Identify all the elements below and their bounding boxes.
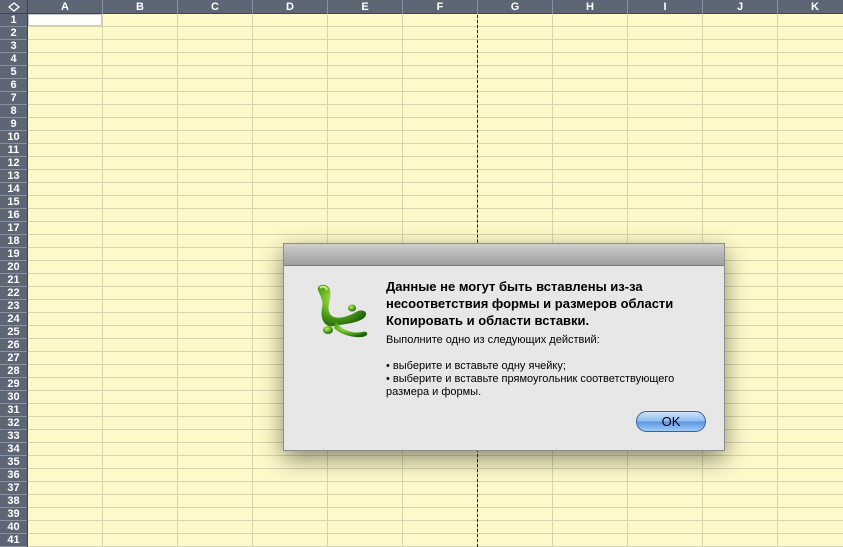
- row-header-27[interactable]: 27: [0, 352, 27, 365]
- column-header-k[interactable]: K: [778, 0, 843, 14]
- row-header-32[interactable]: 32: [0, 417, 27, 430]
- column-header-e[interactable]: E: [328, 0, 403, 14]
- row-header-10[interactable]: 10: [0, 131, 27, 144]
- row-header-19[interactable]: 19: [0, 248, 27, 261]
- column-header-f[interactable]: F: [403, 0, 478, 14]
- dialog-titlebar[interactable]: [284, 244, 724, 266]
- row-header-26[interactable]: 26: [0, 339, 27, 352]
- row-header-2[interactable]: 2: [0, 27, 27, 40]
- row-header-38[interactable]: 38: [0, 495, 27, 508]
- row-header-7[interactable]: 7: [0, 92, 27, 105]
- row-header-28[interactable]: 28: [0, 365, 27, 378]
- dialog-bullet-1: • выберите и вставьте одну ячейку;: [386, 360, 566, 372]
- row-header-31[interactable]: 31: [0, 404, 27, 417]
- column-headers: ABCDEFGHIJK: [28, 0, 843, 14]
- row-header-5[interactable]: 5: [0, 66, 27, 79]
- row-header-29[interactable]: 29: [0, 378, 27, 391]
- row-header-23[interactable]: 23: [0, 300, 27, 313]
- excel-app-icon: [317, 284, 368, 338]
- row-header-37[interactable]: 37: [0, 482, 27, 495]
- row-header-36[interactable]: 36: [0, 469, 27, 482]
- row-header-14[interactable]: 14: [0, 183, 27, 196]
- row-header-8[interactable]: 8: [0, 105, 27, 118]
- column-header-g[interactable]: G: [478, 0, 553, 14]
- row-header-30[interactable]: 30: [0, 391, 27, 404]
- row-header-15[interactable]: 15: [0, 196, 27, 209]
- row-header-1[interactable]: 1: [0, 14, 27, 27]
- column-header-a[interactable]: A: [28, 0, 103, 14]
- row-header-22[interactable]: 22: [0, 287, 27, 300]
- row-header-24[interactable]: 24: [0, 313, 27, 326]
- dialog-instruction: Выполните одно из следующих действий:: [386, 334, 600, 346]
- row-header-35[interactable]: 35: [0, 456, 27, 469]
- row-header-18[interactable]: 18: [0, 235, 27, 248]
- column-header-b[interactable]: B: [103, 0, 178, 14]
- dialog-title: Данные не могут быть вставлены из-за нес…: [386, 279, 674, 328]
- column-header-d[interactable]: D: [253, 0, 328, 14]
- row-header-13[interactable]: 13: [0, 170, 27, 183]
- row-header-4[interactable]: 4: [0, 53, 27, 66]
- active-cell-a1[interactable]: [28, 14, 102, 26]
- row-header-39[interactable]: 39: [0, 508, 27, 521]
- dialog-body: Выполните одно из следующих действий: • …: [386, 334, 706, 399]
- row-headers: 1 2 3 4 5 6 7 8 9 10 11 12 13 14 15 16 17 18 19 20 21 22 23 24 2…: [0, 14, 28, 547]
- column-header-i[interactable]: I: [628, 0, 703, 14]
- select-all-diamond-icon: [8, 2, 20, 12]
- select-all-corner[interactable]: [0, 0, 28, 14]
- ok-button[interactable]: OK: [636, 411, 706, 432]
- column-header-j[interactable]: J: [703, 0, 778, 14]
- row-header-3[interactable]: 3: [0, 40, 27, 53]
- dialog-bullet-2: • выберите и вставьте прямоугольник соот…: [386, 373, 675, 398]
- row-header-17[interactable]: 17: [0, 222, 27, 235]
- row-header-6[interactable]: 6: [0, 79, 27, 92]
- row-header-11[interactable]: 11: [0, 144, 27, 157]
- row-header-40[interactable]: 40: [0, 521, 27, 534]
- row-header-25[interactable]: 25: [0, 326, 27, 339]
- row-header-12[interactable]: 12: [0, 157, 27, 170]
- column-header-h[interactable]: H: [553, 0, 628, 14]
- row-header-16[interactable]: 16: [0, 209, 27, 222]
- row-header-33[interactable]: 33: [0, 430, 27, 443]
- row-header-20[interactable]: 20: [0, 261, 27, 274]
- row-header-9[interactable]: 9: [0, 118, 27, 131]
- paste-error-dialog: Данные не могут быть вставлены из-за нес…: [283, 243, 725, 451]
- row-header-34[interactable]: 34: [0, 443, 27, 456]
- column-header-c[interactable]: C: [178, 0, 253, 14]
- row-header-21[interactable]: 21: [0, 274, 27, 287]
- row-header-41[interactable]: 41: [0, 534, 27, 547]
